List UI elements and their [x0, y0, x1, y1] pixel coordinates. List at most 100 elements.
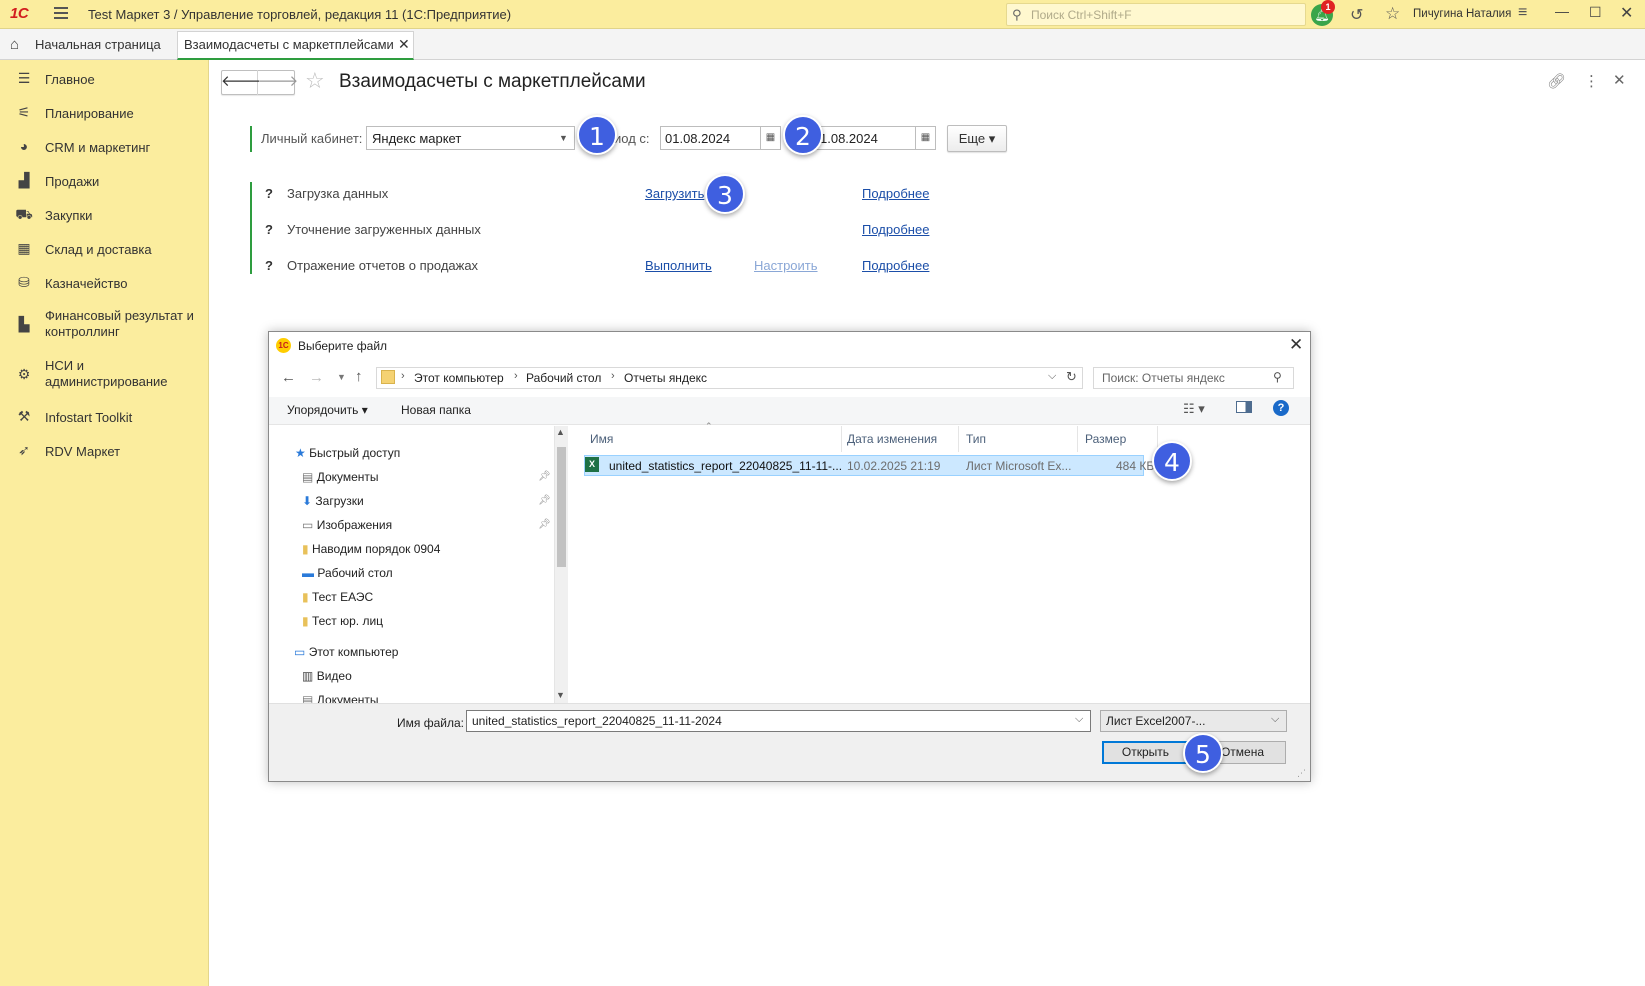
sidebar-item-crm[interactable]: ◕ CRM и маркетинг — [0, 138, 209, 158]
tree-item-documents[interactable]: ▤ Документы — [302, 470, 379, 484]
sidebar-item-finance[interactable]: ▙ Финансовый результат и контроллинг — [0, 308, 209, 344]
refresh-icon[interactable]: ↻ — [1066, 369, 1077, 385]
pin-icon[interactable]: 📌︎ — [538, 519, 551, 530]
tab-home[interactable]: Начальная страница — [35, 37, 161, 52]
tree-this-pc[interactable]: ▭ Этот компьютер — [294, 645, 398, 659]
sidebar-item-warehouse[interactable]: ▦ Склад и доставка — [0, 240, 209, 260]
form-close-icon[interactable]: ✕ — [1613, 71, 1626, 89]
close-window-button[interactable]: ✕ — [1620, 3, 1633, 23]
chevron-right-icon[interactable]: › — [514, 370, 518, 382]
page-title: Взаимодасчеты с маркетплейсами — [339, 71, 646, 92]
help-icon[interactable]: ? — [1273, 400, 1289, 416]
forward-button[interactable]: 🡒 — [258, 70, 298, 95]
help-question-icon[interactable]: ? — [265, 258, 273, 273]
scroll-up-icon[interactable]: ▲ — [556, 427, 565, 437]
pin-icon[interactable]: 📌︎ — [538, 471, 551, 482]
column-divider[interactable] — [1077, 426, 1078, 452]
load-link[interactable]: Загрузить — [645, 186, 704, 201]
column-header-size[interactable]: Размер — [1085, 432, 1126, 446]
tree-item-downloads[interactable]: ⬇ Загрузки — [302, 494, 364, 508]
sidebar-item-treasury[interactable]: ⛁ Казначейство — [0, 274, 209, 294]
forward-arrow-icon[interactable]: → — [309, 369, 324, 386]
favorite-star-icon[interactable]: ☆ — [305, 68, 325, 94]
history-icon[interactable]: ↺ — [1350, 5, 1363, 25]
search-icon[interactable]: ⚲ — [1273, 370, 1282, 384]
link-icon[interactable]: 🔗︎ — [1547, 72, 1566, 90]
settings-menu-icon[interactable]: ≡ — [1518, 4, 1527, 22]
breadcrumb-computer[interactable]: Этот компьютер — [414, 371, 504, 385]
column-header-modified[interactable]: Дата изменения — [847, 432, 937, 446]
resize-grip-icon[interactable]: ⋰ — [1297, 768, 1306, 779]
sidebar-item-admin[interactable]: ⚙ НСИ и администрирование — [0, 358, 209, 394]
folder-search-input[interactable]: Поиск: Отчеты яндекс — [1093, 367, 1294, 389]
calendar-icon[interactable]: ▦ — [916, 126, 936, 150]
tree-item-folder-legal[interactable]: ▮ Тест юр. лиц — [302, 614, 383, 628]
scroll-down-icon[interactable]: ▼ — [556, 690, 565, 700]
calendar-icon[interactable]: ▦ — [761, 126, 781, 150]
sidebar-item-rdv[interactable]: ➶ RDV Маркет — [0, 442, 209, 462]
tree-scrollbar-thumb[interactable] — [557, 447, 566, 567]
back-arrow-icon[interactable]: ← — [281, 369, 296, 386]
help-question-icon[interactable]: ? — [265, 222, 273, 237]
setup-link[interactable]: Настроить — [754, 258, 818, 273]
sidebar-item-purchases[interactable]: ⛟ Закупки — [0, 206, 209, 226]
pin-icon[interactable]: 📌︎ — [538, 495, 551, 506]
minimize-button[interactable]: — — [1555, 3, 1569, 19]
more-options-icon[interactable]: ⋮ — [1584, 72, 1599, 90]
sidebar-item-sales[interactable]: ▟ Продажи — [0, 172, 209, 192]
file-name[interactable]: united_statistics_report_22040825_11-11-… — [609, 459, 842, 473]
user-name[interactable]: Пичугина Наталия — [1413, 8, 1511, 20]
app-logo[interactable]: 1С — [10, 5, 29, 22]
preview-pane-icon[interactable] — [1236, 401, 1252, 413]
sidebar-item-planning[interactable]: ⚟ Планирование — [0, 104, 209, 124]
chevron-down-icon[interactable]: ⌵ — [1048, 370, 1056, 383]
new-folder-button[interactable]: Новая папка — [401, 403, 471, 417]
step-marker-5: 5 — [1183, 733, 1223, 773]
chevron-down-icon[interactable]: ⌵ — [1075, 713, 1083, 726]
help-question-icon[interactable]: ? — [265, 186, 273, 201]
open-button[interactable]: Открыть — [1102, 741, 1189, 764]
filename-input[interactable]: united_statistics_report_22040825_11-11-… — [466, 710, 1091, 732]
more-button[interactable]: Еще ▾ — [947, 125, 1007, 152]
tree-item-folder-order[interactable]: ▮ Наводим порядок 0904 — [302, 542, 440, 556]
column-header-type[interactable]: Тип — [966, 432, 986, 446]
back-button[interactable]: 🡐 — [221, 70, 261, 95]
tree-item-images[interactable]: ▭ Изображения — [302, 518, 392, 532]
home-icon[interactable]: ⌂ — [10, 36, 19, 53]
details-link[interactable]: Подробнее — [862, 186, 929, 201]
chevron-down-icon[interactable]: ⌵ — [1271, 713, 1279, 726]
chevron-right-icon[interactable]: › — [401, 370, 405, 382]
sidebar-item-infostart[interactable]: ⚒ Infostart Toolkit — [0, 408, 209, 428]
column-header-name[interactable]: Имя — [590, 432, 613, 446]
tree-item-folder-eaes[interactable]: ▮ Тест ЕАЭС — [302, 590, 373, 604]
favorites-star-icon[interactable]: ☆ — [1385, 4, 1400, 24]
up-arrow-icon[interactable]: ↑ — [355, 368, 363, 385]
execute-link[interactable]: Выполнить — [645, 258, 712, 273]
date-to-input[interactable]: 1.08.2024 — [815, 126, 916, 150]
details-link[interactable]: Подробнее — [862, 258, 929, 273]
tab-active-label[interactable]: Взаимодасчеты с маркетплейсами — [184, 37, 394, 52]
sidebar-item-main[interactable]: ☰ Главное — [0, 70, 209, 90]
chevron-right-icon[interactable]: › — [611, 370, 615, 382]
tab-close-icon[interactable]: ✕ — [398, 36, 410, 53]
tree-quick-access[interactable]: ★ Быстрый доступ — [295, 446, 400, 460]
recent-locations-icon[interactable]: ▼ — [337, 372, 346, 382]
tree-item-desktop[interactable]: ▬ Рабочий стол — [302, 566, 393, 580]
breadcrumb-desktop[interactable]: Рабочий стол — [526, 371, 601, 385]
filetype-select[interactable]: Лист Excel2007-... — [1100, 710, 1287, 732]
tree-item-pc-documents[interactable]: ▤ Документы — [302, 693, 379, 703]
main-menu-icon[interactable] — [54, 7, 68, 21]
dialog-close-icon[interactable]: ✕ — [1289, 335, 1303, 355]
column-divider[interactable] — [841, 426, 842, 452]
cabinet-input[interactable]: Яндекс маркет — [366, 126, 554, 150]
breadcrumb-folder[interactable]: Отчеты яндекс — [624, 371, 707, 385]
view-options-icon[interactable]: ☷ ▾ — [1183, 401, 1205, 417]
details-link[interactable]: Подробнее — [862, 222, 929, 237]
chevron-down-icon[interactable]: ▼ — [553, 126, 575, 150]
column-divider[interactable] — [958, 426, 959, 452]
organize-button[interactable]: Упорядочить ▾ — [287, 403, 368, 417]
tree-item-video[interactable]: ▥ Видео — [302, 669, 352, 683]
maximize-button[interactable]: ☐ — [1589, 4, 1602, 21]
date-from-input[interactable]: 01.08.2024 — [660, 126, 761, 150]
global-search-input[interactable]: ⚲ Поиск Ctrl+Shift+F — [1006, 3, 1306, 26]
